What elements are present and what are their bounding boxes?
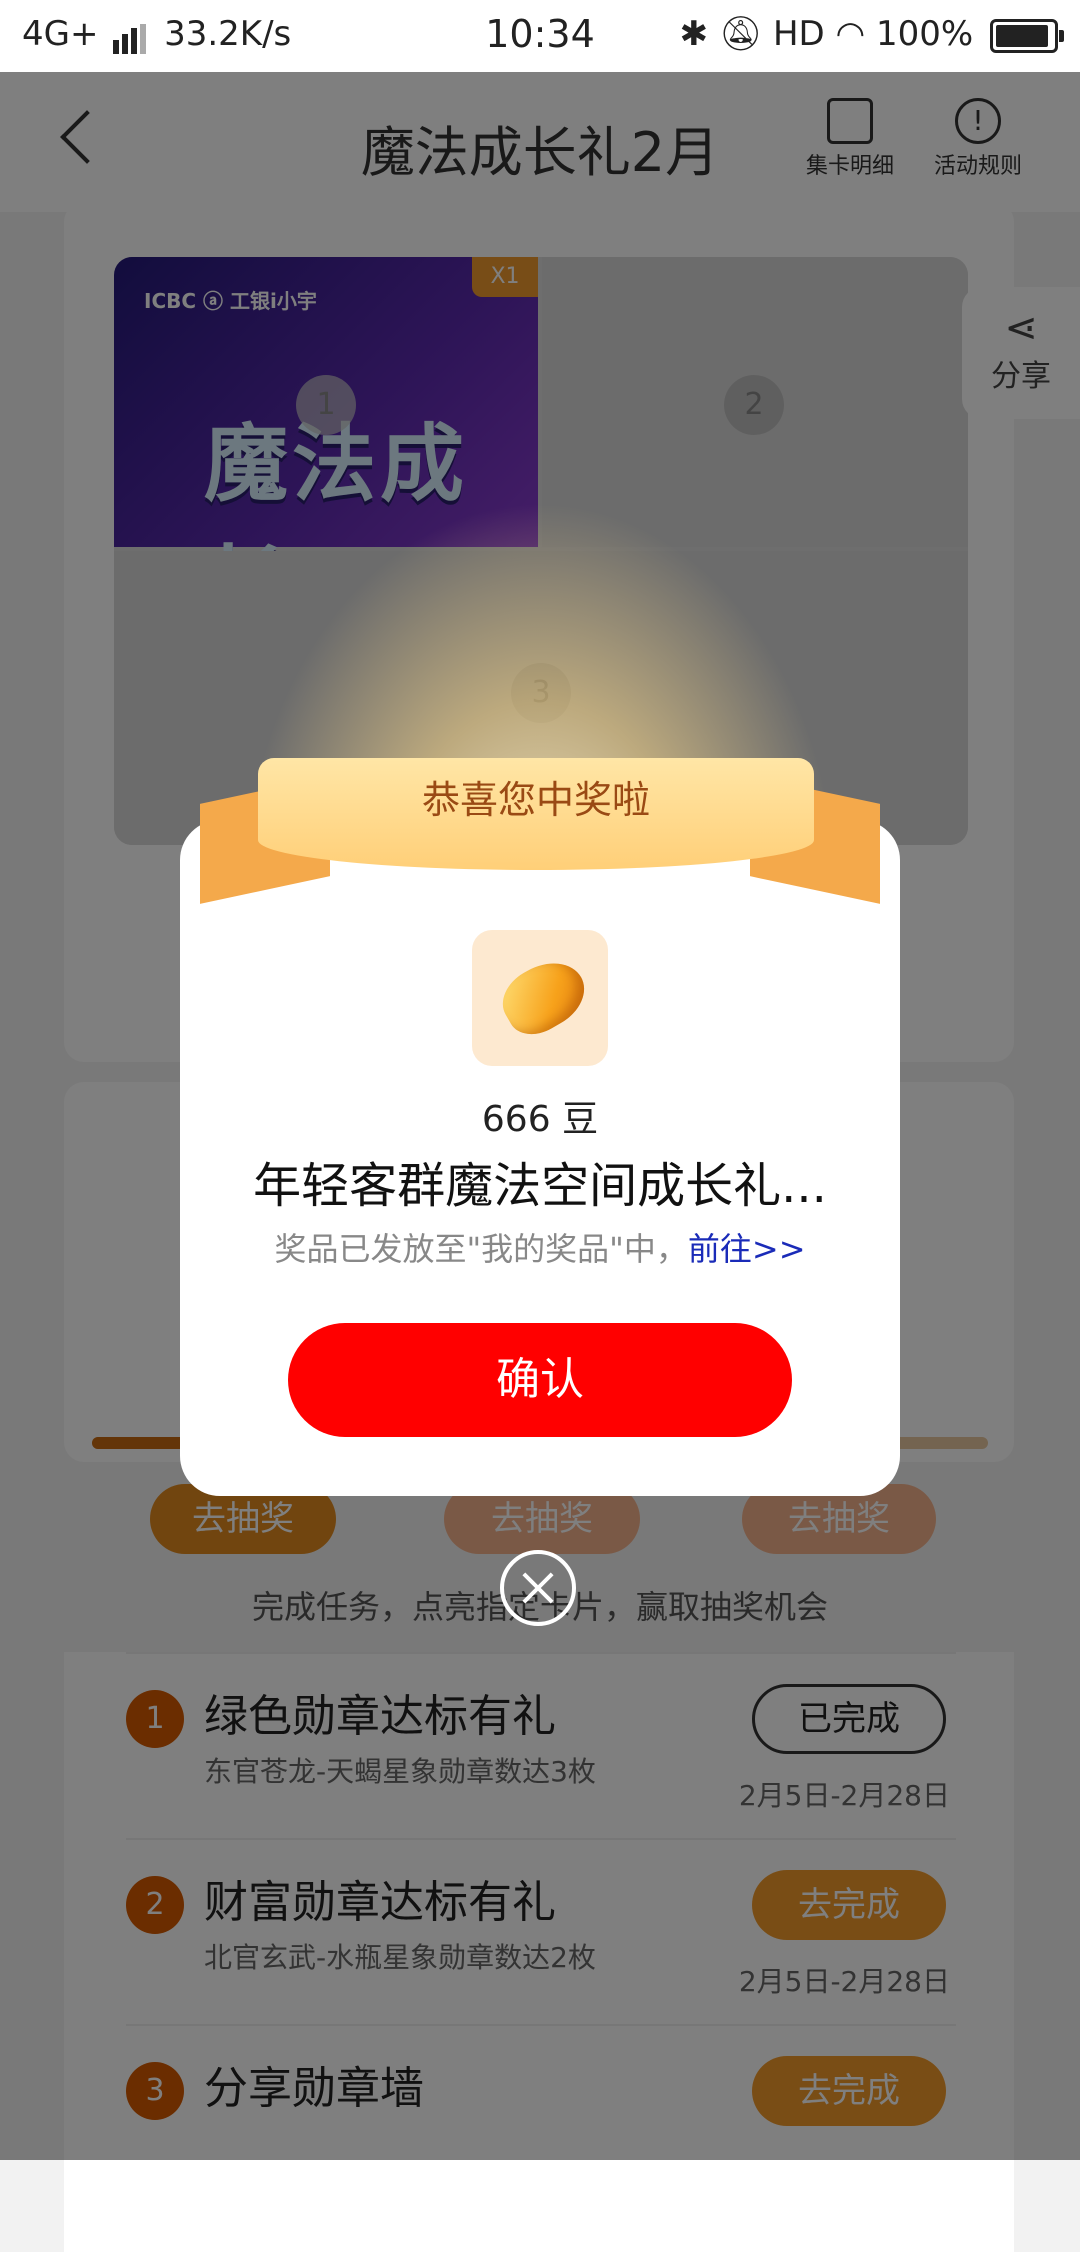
status-bar: 4G+ 33.2K/s 10:34 ✱ 🔕︎ HD ◠ 100% [0,0,1080,72]
hd-label: HD [772,14,825,54]
mute-icon: 🔕︎ [718,14,763,54]
prize-note-text: 奖品已发放至"我的奖品"中， [274,1230,688,1268]
confirm-button[interactable]: 确认 [288,1323,792,1437]
battery-icon [990,18,1064,53]
battery-label: 100% [875,14,974,54]
prize-amount: 666 豆 [481,1099,599,1140]
status-right: ✱ 🔕︎ HD ◠ 100% [679,14,1064,54]
bluetooth-icon: ✱ [679,14,709,54]
bean-icon [492,949,596,1045]
prize-note: 奖品已发放至"我的奖品"中，前往>> [180,1224,900,1270]
close-icon[interactable] [500,1550,576,1626]
prize-name: 年轻客群魔法空间成长礼... [253,1158,827,1214]
congrats-ribbon: 恭喜您中奖啦 [258,758,814,870]
wifi-icon: ◠ [835,14,866,54]
prize-image [472,930,608,1066]
go-to-prizes-link[interactable]: 前往>> [688,1230,806,1268]
